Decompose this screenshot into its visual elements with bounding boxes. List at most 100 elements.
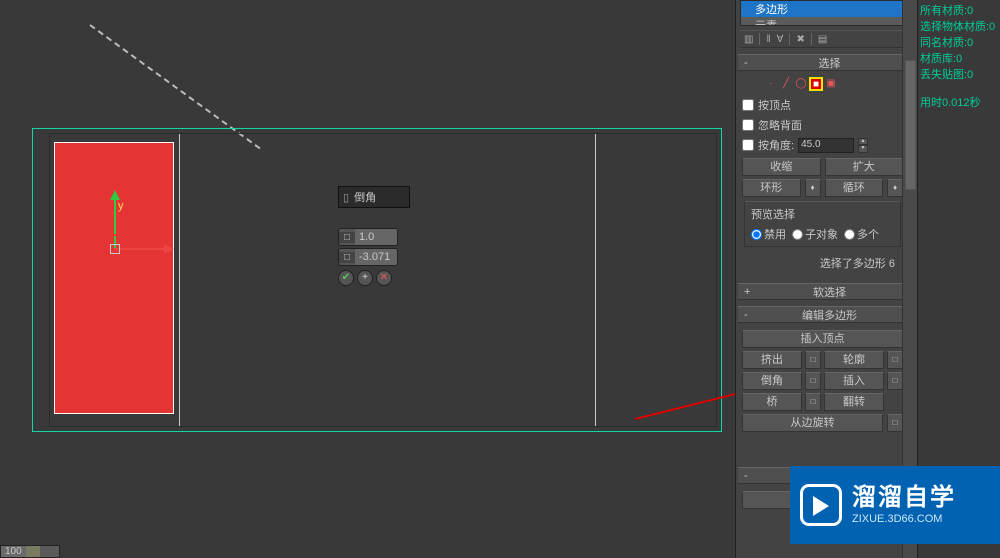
by-angle-checkbox[interactable] xyxy=(742,139,754,151)
pin-stack-icon[interactable]: ▥ xyxy=(744,34,753,45)
preview-subobj-option[interactable]: 子对象 xyxy=(792,226,838,242)
preview-off-option[interactable]: 禁用 xyxy=(751,226,786,242)
ignore-backfacing-checkbox[interactable] xyxy=(742,119,754,131)
selected-polygon-face[interactable] xyxy=(54,142,174,414)
viewport-area: y ▯ 倒角 □ 1.0 □ -3.071 ✔ + ✕ 100 xyxy=(0,0,735,558)
preview-multi-option[interactable]: 多个 xyxy=(844,226,879,242)
inset-button[interactable]: 插入 xyxy=(824,372,884,390)
info-elapsed-time: 用时0.012秒 xyxy=(920,94,998,110)
caddy-title-label: 倒角 xyxy=(354,192,376,204)
hinge-settings-button[interactable]: □ xyxy=(887,414,903,432)
info-same-name-materials: 同名材质:0 xyxy=(920,34,998,50)
caddy-title[interactable]: ▯ 倒角 xyxy=(338,186,410,208)
separator-icon xyxy=(759,33,760,45)
angle-spinner: 45.0 ▴▾ xyxy=(798,138,868,153)
by-angle-row: 按角度: 45.0 ▴▾ xyxy=(742,135,903,155)
extrude-button[interactable]: 挤出 xyxy=(742,351,802,369)
caddy-ok-button[interactable]: ✔ xyxy=(338,270,354,286)
ring-spinner[interactable]: ♦ xyxy=(805,179,821,197)
watermark: 溜溜自学 ZIXUE.3D66.COM xyxy=(790,466,1000,544)
ring-button[interactable]: 环形 xyxy=(742,179,801,197)
loop-spinner[interactable]: ♦ xyxy=(887,179,903,197)
ignore-backfacing-label: 忽略背面 xyxy=(758,117,802,133)
rollout-softsel-title: 软选择 xyxy=(758,284,901,300)
gizmo-y-arrow[interactable] xyxy=(110,190,120,200)
angle-spinner-buttons[interactable]: ▴▾ xyxy=(858,138,868,153)
preview-subobj-radio[interactable] xyxy=(792,229,803,240)
by-vertex-checkbox[interactable] xyxy=(742,99,754,111)
bevel-button[interactable]: 倒角 xyxy=(742,372,802,390)
rollout-softsel-header[interactable]: + 软选择 xyxy=(738,283,907,300)
watermark-title: 溜溜自学 xyxy=(852,486,956,510)
selection-status-text: 选择了多边形 6 xyxy=(742,251,903,275)
bridge-button[interactable]: 桥 xyxy=(742,393,802,411)
shrink-button[interactable]: 收缩 xyxy=(742,158,821,176)
angle-value-field[interactable]: 45.0 xyxy=(798,138,854,153)
outline-settings-button[interactable]: □ xyxy=(887,351,903,369)
collapse-icon: - xyxy=(744,470,754,482)
rollout-editpoly-body: 插入顶点 挤出 □ 轮廓 □ 倒角 □ 插入 □ 桥 □ 翻转 □ 从边旋转 □ xyxy=(736,325,909,437)
stack-item-element[interactable]: 元素 xyxy=(741,17,904,26)
timeline-ruler[interactable]: 100 xyxy=(0,545,60,558)
inset-settings-button[interactable]: □ xyxy=(887,372,903,390)
caddy-cancel-button[interactable]: ✕ xyxy=(376,270,392,286)
loop-button[interactable]: 循环 xyxy=(825,179,884,197)
rollout-selection-header[interactable]: - 选择 xyxy=(738,54,907,71)
border-mode-icon[interactable]: ◯ xyxy=(794,77,808,91)
hinge-from-edge-button[interactable]: 从边旋转 xyxy=(742,414,883,432)
edge-mode-icon[interactable]: ╱ xyxy=(779,77,793,91)
gizmo-x-axis[interactable] xyxy=(114,248,168,250)
info-selected-materials: 选择物体材质:0 xyxy=(920,18,998,34)
stack-toolbar: ▥ ǁ ∀ ✖ ▤ xyxy=(740,30,905,48)
geometry-left-panel xyxy=(50,134,180,426)
preview-selection-title: 预览选择 xyxy=(751,206,894,222)
scrollbar-thumb[interactable] xyxy=(905,60,916,190)
separator-icon xyxy=(811,33,812,45)
remove-modifier-icon[interactable]: ✖ xyxy=(796,34,804,45)
gizmo-y-label: y xyxy=(118,200,124,212)
outline-button[interactable]: 轮廓 xyxy=(824,351,884,369)
preview-multi-radio[interactable] xyxy=(844,229,855,240)
ruler-value: 100 xyxy=(1,546,26,557)
grow-button[interactable]: 扩大 xyxy=(825,158,904,176)
gizmo-x-arrow[interactable] xyxy=(164,244,174,254)
show-end-result-icon[interactable]: ǁ xyxy=(766,34,770,45)
caddy-outline-icon: □ xyxy=(339,252,355,263)
ruler-handle[interactable] xyxy=(26,546,40,557)
caddy-height-value[interactable]: 1.0 xyxy=(355,229,397,245)
info-all-materials: 所有材质:0 xyxy=(920,2,998,18)
stack-item-polygon[interactable]: 多边形 xyxy=(741,1,904,17)
caddy-height-row[interactable]: □ 1.0 xyxy=(338,228,398,246)
vertex-mode-icon[interactable]: · xyxy=(764,77,778,91)
caddy-buttons: ✔ + ✕ xyxy=(338,270,410,286)
modifier-stack[interactable]: 多边形 元素 xyxy=(740,0,905,26)
caddy-outline-value[interactable]: -3.071 xyxy=(355,249,397,265)
ignore-backfacing-row: 忽略背面 xyxy=(742,115,903,135)
flip-button[interactable]: 翻转 xyxy=(824,393,884,411)
preview-selection-group: 预览选择 禁用 子对象 多个 xyxy=(744,201,901,247)
by-vertex-row: 按顶点 xyxy=(742,95,903,115)
info-material-library: 材质库:0 xyxy=(920,50,998,66)
element-mode-icon[interactable]: ▣ xyxy=(824,77,838,91)
watermark-url: ZIXUE.3D66.COM xyxy=(852,513,956,525)
caddy-outline-row[interactable]: □ -3.071 xyxy=(338,248,398,266)
bevel-settings-button[interactable]: □ xyxy=(805,372,821,390)
expand-icon: + xyxy=(744,286,754,298)
rollout-editpoly-title: 编辑多边形 xyxy=(758,307,901,323)
collapse-icon: - xyxy=(744,309,754,321)
configure-sets-icon[interactable]: ▤ xyxy=(818,34,827,45)
gizmo-origin[interactable] xyxy=(110,244,120,254)
info-missing-maps: 丢失贴图:0 xyxy=(920,66,998,82)
insert-vertex-button[interactable]: 插入顶点 xyxy=(742,330,903,348)
polygon-mode-icon[interactable]: ■ xyxy=(809,77,823,91)
preview-off-radio[interactable] xyxy=(751,229,762,240)
make-unique-icon[interactable]: ∀ xyxy=(777,34,784,45)
collapse-icon: - xyxy=(744,57,754,69)
caddy-apply-button[interactable]: + xyxy=(357,270,373,286)
bridge-settings-button[interactable]: □ xyxy=(805,393,821,411)
rollout-editpoly-header[interactable]: - 编辑多边形 xyxy=(738,306,907,323)
extrude-settings-button[interactable]: □ xyxy=(805,351,821,369)
rollout-selection-title: 选择 xyxy=(758,55,901,71)
separator-icon xyxy=(789,33,790,45)
caddy-height-icon: □ xyxy=(339,232,355,243)
